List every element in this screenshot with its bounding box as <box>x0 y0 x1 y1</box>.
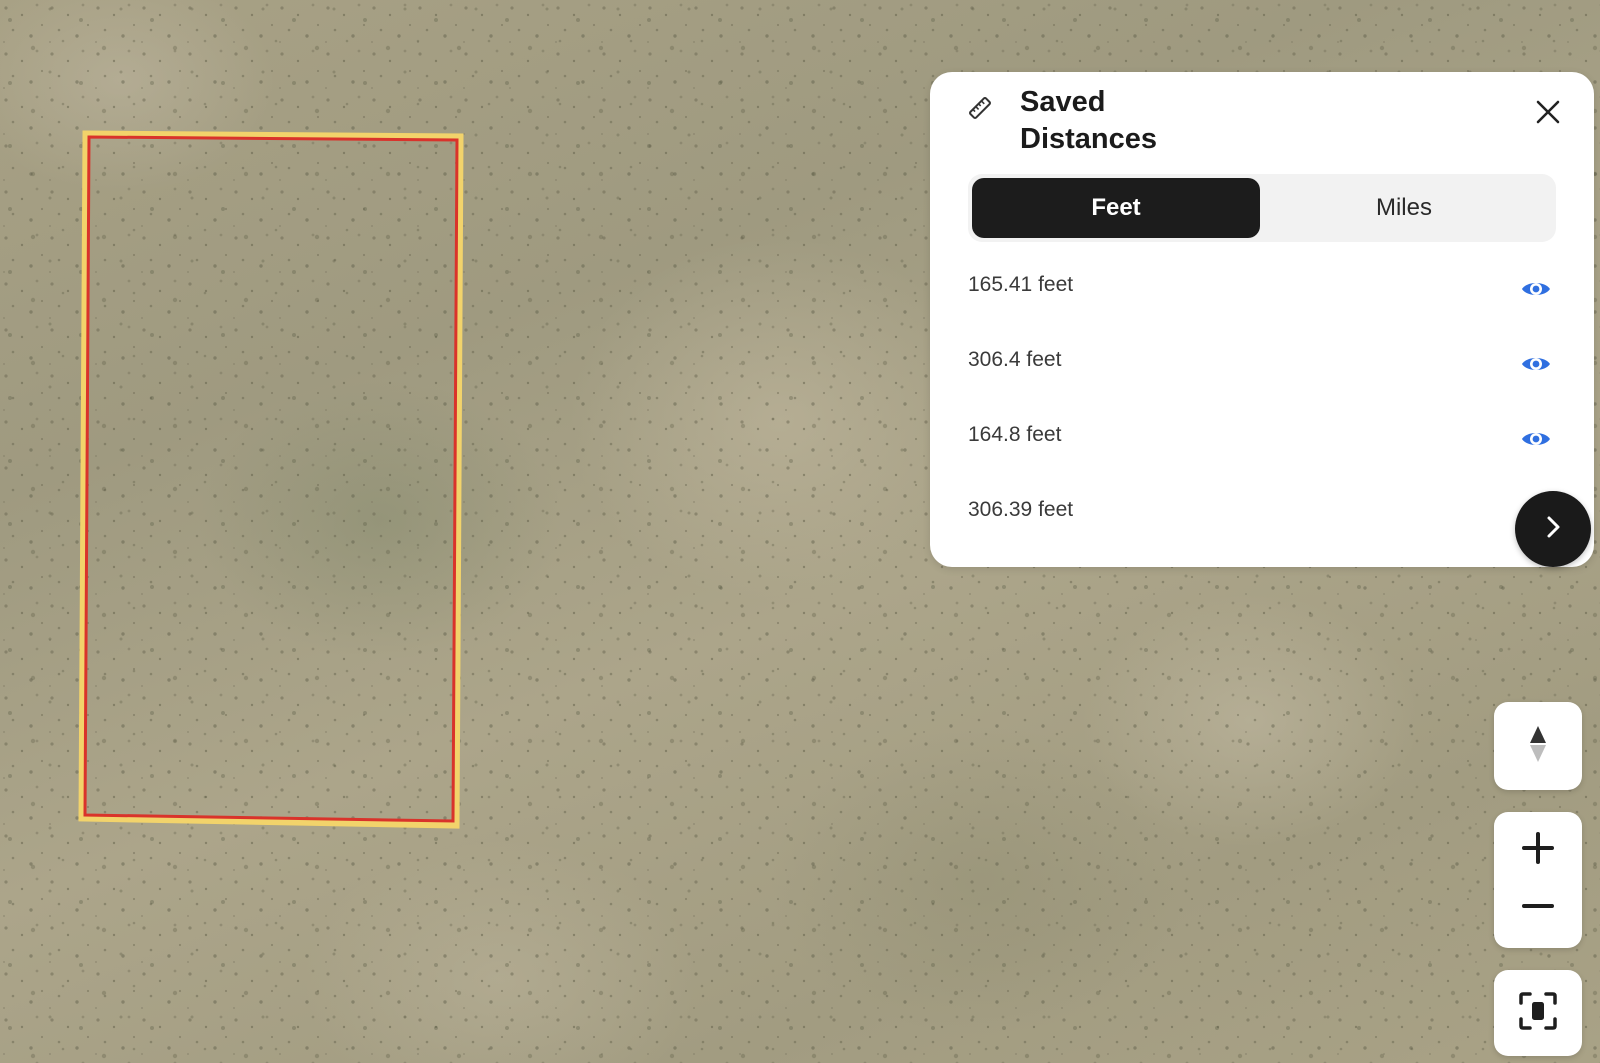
distance-label: 165.41 feet <box>968 273 1074 296</box>
compass-button[interactable] <box>1494 702 1582 790</box>
next-button[interactable] <box>1515 491 1591 567</box>
distance-label: 306.4 feet <box>968 348 1062 371</box>
panel-title: Saved Distances <box>1020 86 1158 155</box>
unit-toggle: Feet Miles <box>968 174 1556 242</box>
plus-icon <box>1521 831 1555 870</box>
close-button[interactable] <box>1530 96 1566 132</box>
fit-bounds-button[interactable] <box>1494 970 1582 1056</box>
chevron-right-icon <box>1540 514 1566 545</box>
zoom-controls <box>1494 812 1582 948</box>
list-item[interactable]: 306.4 feet <box>968 326 1558 401</box>
panel-header: Saved Distances <box>930 72 1594 172</box>
list-item[interactable]: 306.39 feet <box>968 476 1558 551</box>
eye-icon[interactable] <box>1520 273 1552 305</box>
distance-label: 306.39 feet <box>968 498 1074 521</box>
distance-label: 164.8 feet <box>968 423 1062 446</box>
unit-miles-button[interactable]: Miles <box>1260 178 1548 238</box>
fit-bounds-icon <box>1517 990 1559 1037</box>
saved-distances-panel: Saved Distances Feet Miles 165.41 feet 3… <box>930 72 1594 567</box>
ruler-icon <box>966 94 994 122</box>
compass-icon <box>1527 724 1549 769</box>
eye-icon[interactable] <box>1520 348 1552 380</box>
eye-icon[interactable] <box>1520 423 1552 455</box>
list-item[interactable]: 165.41 feet <box>968 251 1558 326</box>
distance-list: 165.41 feet 306.4 feet 164.8 feet 306.39… <box>968 251 1558 551</box>
list-item[interactable]: 164.8 feet <box>968 401 1558 476</box>
parcel-boundary-inner <box>83 135 459 823</box>
minus-icon <box>1521 889 1555 928</box>
parcel-boundary-outer <box>78 130 464 829</box>
zoom-out-button[interactable] <box>1494 878 1582 938</box>
close-icon <box>1535 99 1561 130</box>
unit-feet-button[interactable]: Feet <box>972 178 1260 238</box>
zoom-in-button[interactable] <box>1494 820 1582 880</box>
